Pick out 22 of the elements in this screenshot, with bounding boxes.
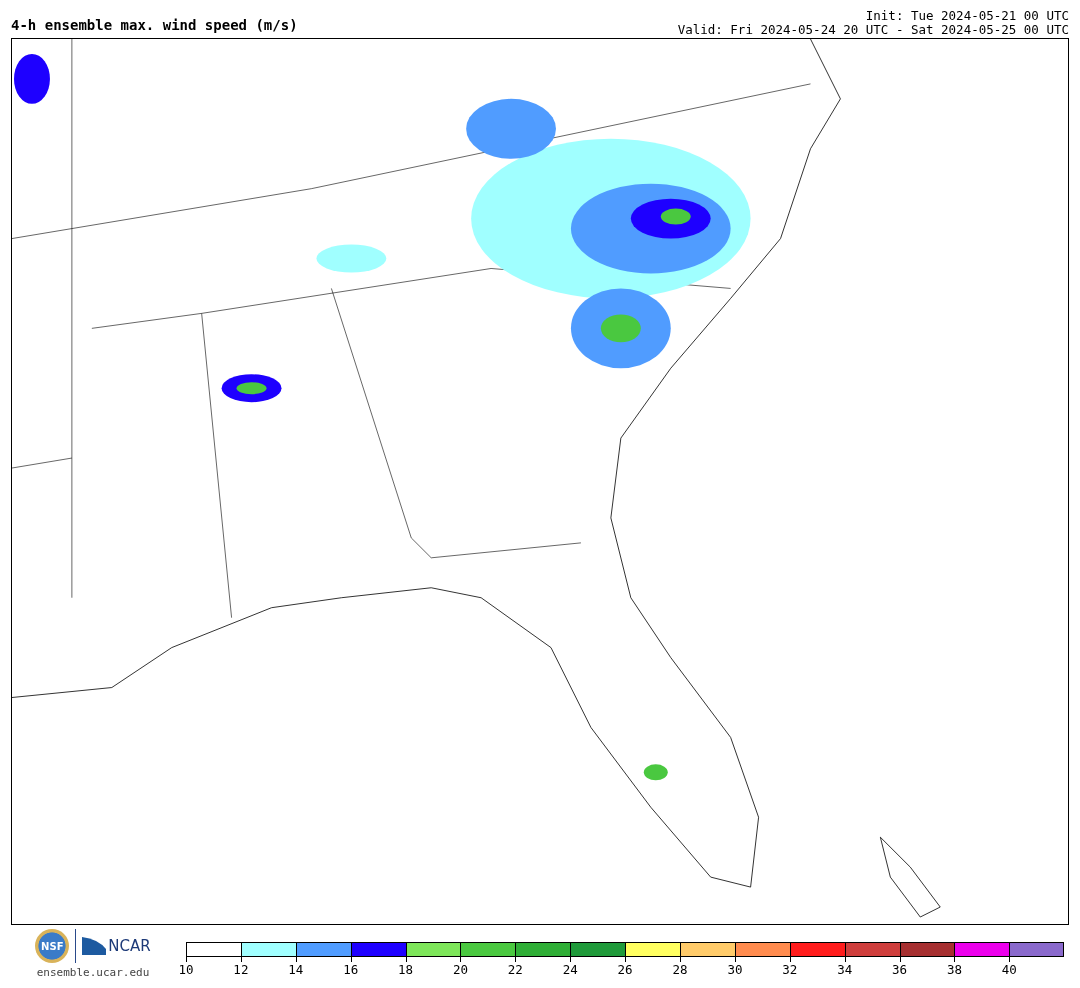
tick-label: 18: [397, 962, 415, 977]
tick-label: 32: [781, 962, 799, 977]
site-url: ensemble.ucar.edu: [36, 966, 150, 979]
tick-label: 12: [232, 962, 250, 977]
tick-label: 14: [287, 962, 305, 977]
ncar-logo: NCAR: [82, 937, 151, 955]
init-time: Init: Tue 2024-05-21 00 UTC: [865, 9, 1069, 23]
tick-label: 24: [561, 962, 579, 977]
tick-label: 26: [616, 962, 634, 977]
nsf-logo: NSF: [35, 929, 70, 963]
tick-label: 40: [1000, 962, 1018, 977]
tick-label: 36: [891, 962, 909, 977]
tick-label: 28: [671, 962, 689, 977]
valid-time: Valid: Fri 2024-05-24 20 UTC - Sat 2024-05-25 00 UTC: [677, 23, 1069, 37]
tick-label: 10: [177, 962, 195, 977]
tick-label: 20: [451, 962, 469, 977]
tick-label: 34: [836, 962, 854, 977]
chart-title: 4-h ensemble max. wind speed (m/s): [11, 17, 298, 35]
tick-label: 22: [506, 962, 524, 977]
tick-label: 38: [945, 962, 963, 977]
tick-label: 16: [342, 962, 360, 977]
tick-label: 30: [726, 962, 744, 977]
